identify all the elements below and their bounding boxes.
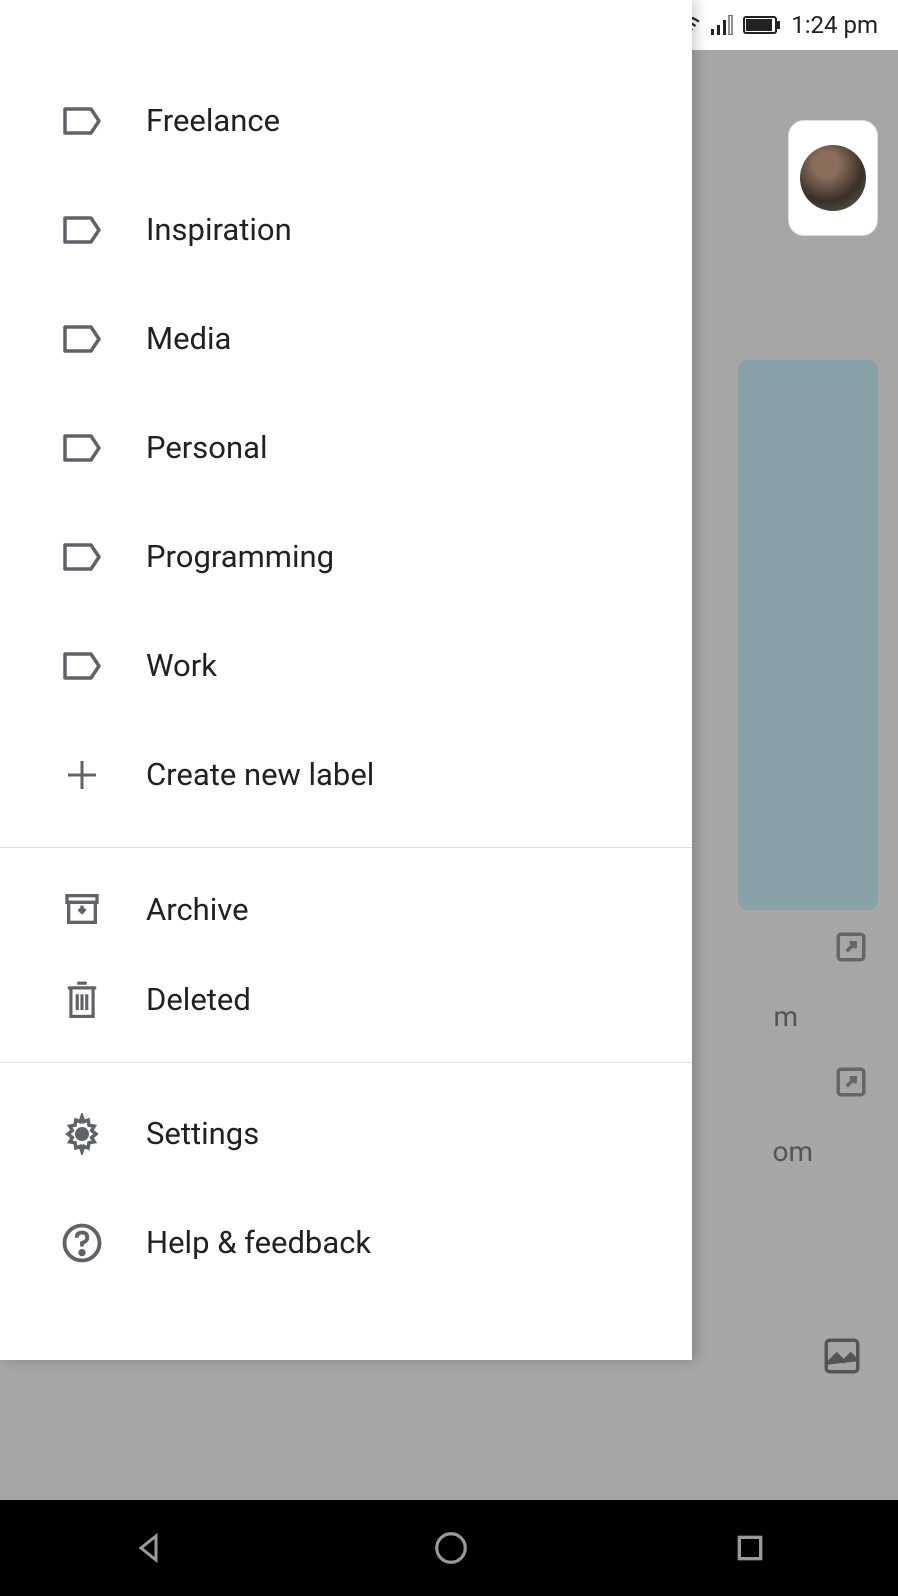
signal-icon <box>711 15 733 35</box>
label-text: Personal <box>146 429 268 466</box>
behind-text: m <box>773 1000 798 1033</box>
label-text: Inspiration <box>146 211 292 248</box>
navigation-bar <box>0 1500 898 1596</box>
avatar[interactable] <box>800 145 866 211</box>
plus-icon <box>60 753 104 797</box>
home-button[interactable] <box>432 1529 470 1567</box>
help-text: Help & feedback <box>146 1224 371 1261</box>
archive-item[interactable]: Archive <box>0 864 692 954</box>
behind-card <box>738 360 878 910</box>
archive-text: Archive <box>146 891 249 928</box>
deleted-item[interactable]: Deleted <box>0 954 692 1044</box>
label-icon <box>60 208 104 252</box>
label-icon <box>60 426 104 470</box>
label-icon <box>60 535 104 579</box>
label-text: Media <box>146 320 231 357</box>
label-text: Freelance <box>146 102 280 139</box>
open-icon[interactable] <box>834 1065 868 1099</box>
label-icon <box>60 99 104 143</box>
time-text: 1:24 pm <box>791 11 878 39</box>
image-icon[interactable] <box>821 1335 863 1377</box>
label-icon <box>60 317 104 361</box>
gear-icon <box>60 1112 104 1156</box>
create-label-item[interactable]: Create new label <box>0 720 692 829</box>
settings-text: Settings <box>146 1115 259 1152</box>
label-item-work[interactable]: Work <box>0 611 692 720</box>
back-button[interactable] <box>132 1530 168 1566</box>
label-item-programming[interactable]: Programming <box>0 502 692 611</box>
label-item-inspiration[interactable]: Inspiration <box>0 175 692 284</box>
navigation-drawer: Freelance Inspiration Media Personal Pro… <box>0 0 692 1360</box>
label-item-freelance[interactable]: Freelance <box>0 66 692 175</box>
label-item-media[interactable]: Media <box>0 284 692 393</box>
battery-icon <box>743 15 781 35</box>
label-text: Work <box>146 647 217 684</box>
help-item[interactable]: Help & feedback <box>0 1188 692 1297</box>
label-item-personal[interactable]: Personal <box>0 393 692 502</box>
recents-button[interactable] <box>734 1532 766 1564</box>
settings-item[interactable]: Settings <box>0 1079 692 1188</box>
open-icon[interactable] <box>834 930 868 964</box>
divider <box>0 1062 692 1063</box>
trash-icon <box>60 977 104 1021</box>
divider <box>0 847 692 848</box>
avatar-container <box>788 120 878 236</box>
archive-icon <box>60 887 104 931</box>
behind-text: om <box>772 1135 813 1168</box>
label-icon <box>60 644 104 688</box>
label-text: Programming <box>146 538 334 575</box>
help-icon <box>60 1221 104 1265</box>
deleted-text: Deleted <box>146 981 251 1018</box>
create-label-text: Create new label <box>146 756 374 793</box>
